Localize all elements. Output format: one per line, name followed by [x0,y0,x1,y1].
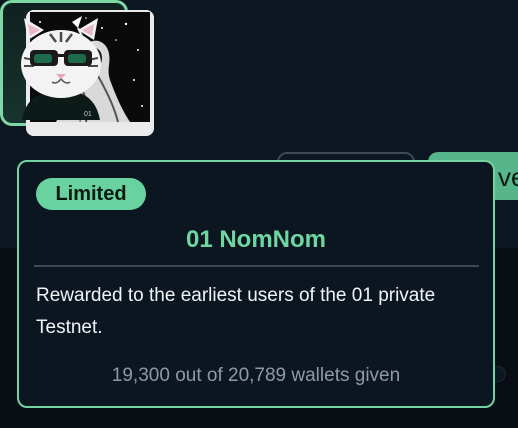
tooltip-title: 01 NomNom [185,226,327,253]
primary-button-label: ve [498,162,518,192]
nft-card-01-nomnom[interactable]: 01 [0,0,128,126]
wallets-given-count: 19,300 out of 20,789 wallets given [111,365,401,386]
tiger-sunglasses-icon: 01 [21,18,101,120]
nft-tooltip: Limited 01 NomNom Rewarded to the earlie… [17,160,495,408]
tiger-shirt-label: 01 [84,111,92,118]
tooltip-description: Rewarded to the earliest users of the 01… [36,285,436,338]
limited-badge: Limited [36,178,146,210]
tooltip-divider [34,265,479,267]
